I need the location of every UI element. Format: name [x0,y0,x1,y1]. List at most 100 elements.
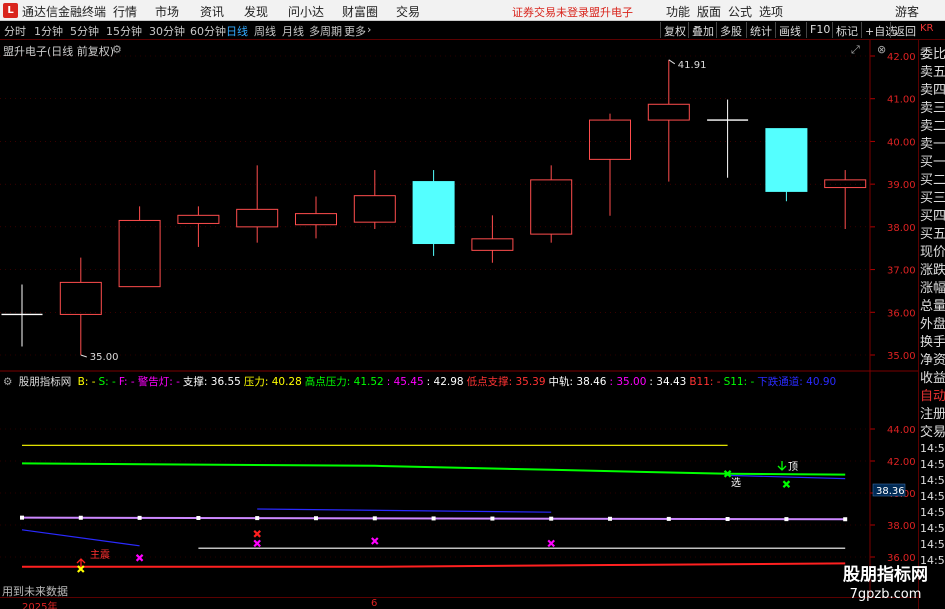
midline-dot [490,516,495,521]
watermark-line2: 7gpzb.com [849,587,922,602]
tick-time: 14:56 [920,442,945,455]
sidebar-item-bid2: 买二 [920,173,945,188]
midline-dot [78,515,83,520]
candle-body [589,119,631,160]
midline-dot [314,516,318,521]
back-button[interactable]: 返回 [890,22,919,38]
candle-body [471,238,514,251]
period-multi[interactable]: 多周期 [309,23,342,39]
multi-stock-button[interactable]: 多股 [716,22,745,38]
tick-time: 14:56 [920,490,945,503]
period-15min[interactable]: 15分钟 [106,23,142,39]
y-tick-label: 36.00 [887,553,916,564]
candle-body [530,179,573,235]
indicator-header-value: 高点压力: 41.52 [304,376,384,388]
period-more[interactable]: 更多 [344,23,366,39]
period-30min[interactable]: 30分钟 [149,23,185,39]
period-1min[interactable]: 1分钟 [34,23,63,39]
close-icon[interactable]: ⊗ [877,43,886,56]
y-tick-label: 39.00 [887,180,916,191]
login-status[interactable]: 证券交易未登录 [512,4,589,20]
date-axis-label: 2025年 [22,602,58,609]
indicator-chart[interactable]: 36.0038.0040.0042.0044.00 38.36 主震 选 顶 [0,372,918,596]
signal-main-label: 主震 [90,549,110,561]
midline-dot [20,515,24,520]
midline-dot [725,517,730,522]
signal-x-marker [371,537,379,545]
settings-gear-icon[interactable]: ⚙ [112,43,122,56]
statistics-button[interactable]: 统计 [746,22,775,38]
menu-ask[interactable]: 问小达 [288,3,324,20]
indicator-line [21,529,140,547]
indicator-name[interactable]: 股朋指标网 [19,376,72,388]
date-axis: 2025年 6 [0,597,918,609]
signal-select-label: 选 [731,476,741,489]
indicator-header-value: 警告灯: - [137,376,180,388]
y-tick-label: 38.00 [887,521,916,532]
sidebar-item-volume: 总量 [920,299,945,314]
sidebar-register-button[interactable]: 注册 [920,407,945,423]
candle-body [824,179,867,189]
sidebar-item-ask5: 卖五 [920,65,945,80]
menu-function[interactable]: 功能 [666,3,690,20]
period-5min[interactable]: 5分钟 [70,23,99,39]
menu-market[interactable]: 市场 [155,3,179,20]
sidebar-item-earnings: 收益 [920,371,945,386]
candlestick-chart[interactable]: 35.00 36.00 37.00 38.00 39.00 40.00 41.00 42.00… [0,40,918,372]
sidebar-item-change: 涨跌 [920,263,945,278]
indicator-settings-icon[interactable]: ⚙ [3,376,12,388]
expand-icon[interactable]: ⤢ [851,43,860,57]
midline-dot [196,515,201,520]
midline-dot [784,517,789,522]
period-toolbar: 分时 1分钟 5分钟 15分钟 30分钟 60分钟 日线 周线 月线 多周期 更… [0,21,945,40]
high-pointer [668,59,676,65]
period-daily[interactable]: 日线 [226,23,248,39]
candle-body [118,219,161,288]
sidebar-trade-button[interactable]: 交易 [920,425,945,441]
tick-time: 14:55 [920,458,945,471]
indicator-header-value: : 35.00 [609,376,647,388]
sidebar-code: KR [920,23,934,34]
menu-discover[interactable]: 发现 [244,3,268,20]
period-intraday[interactable]: 分时 [4,23,26,39]
period-60min[interactable]: 60分钟 [190,23,226,39]
sidebar-item-change-pct: 涨幅 [920,281,945,296]
period-weekly[interactable]: 周线 [254,23,276,39]
date-axis-label: 6 [371,598,378,609]
signal-x-marker [135,554,144,562]
y-tick-label: 42.00 [887,52,916,63]
menu-news[interactable]: 资讯 [200,3,224,20]
menu-trade[interactable]: 交易 [396,3,420,20]
mark-button[interactable]: 标记 [832,22,861,38]
period-monthly[interactable]: 月线 [282,23,304,39]
midline-dot [372,516,377,521]
midline-dot [137,515,142,520]
menu-formula[interactable]: 公式 [728,3,752,20]
tick-time: 14:56 [920,506,945,519]
indicator-header-value: 中轨: 38.46 [548,376,607,388]
y-tick-label: 35.00 [887,351,916,362]
adjust-button[interactable]: 复权 [660,22,689,38]
signal-x-marker [253,530,261,538]
sidebar-item-turnover: 换手 [920,335,945,350]
draw-line-button[interactable]: 画线 [775,22,804,38]
menu-layout[interactable]: 版面 [697,3,721,20]
app-logo-icon: L [3,3,18,18]
guest-user[interactable]: 游客 [895,3,919,20]
menu-options[interactable]: 选项 [759,3,783,20]
candle-body [177,214,220,224]
f10-button[interactable]: F10 [806,22,833,38]
chevron-right-icon[interactable]: › [367,23,371,36]
indicator-header-value: 低点支撑: 35.39 [466,376,546,388]
indicator-header-value: 下跌通道: 40.90 [757,376,837,388]
indicator-line [21,462,846,476]
indicator-header-value: : 45.45 [386,376,424,388]
menu-quotes[interactable]: 行情 [113,3,137,20]
high-price-label: 41.91 [678,60,707,71]
midline-dot [608,516,612,521]
overlay-button[interactable]: 叠加 [688,22,717,38]
candle-body [647,103,690,121]
sidebar-auto-button[interactable]: 自动 [920,389,945,405]
menu-wealth[interactable]: 财富圈 [342,3,378,20]
indicator-header-value: : 42.98 [426,376,464,388]
